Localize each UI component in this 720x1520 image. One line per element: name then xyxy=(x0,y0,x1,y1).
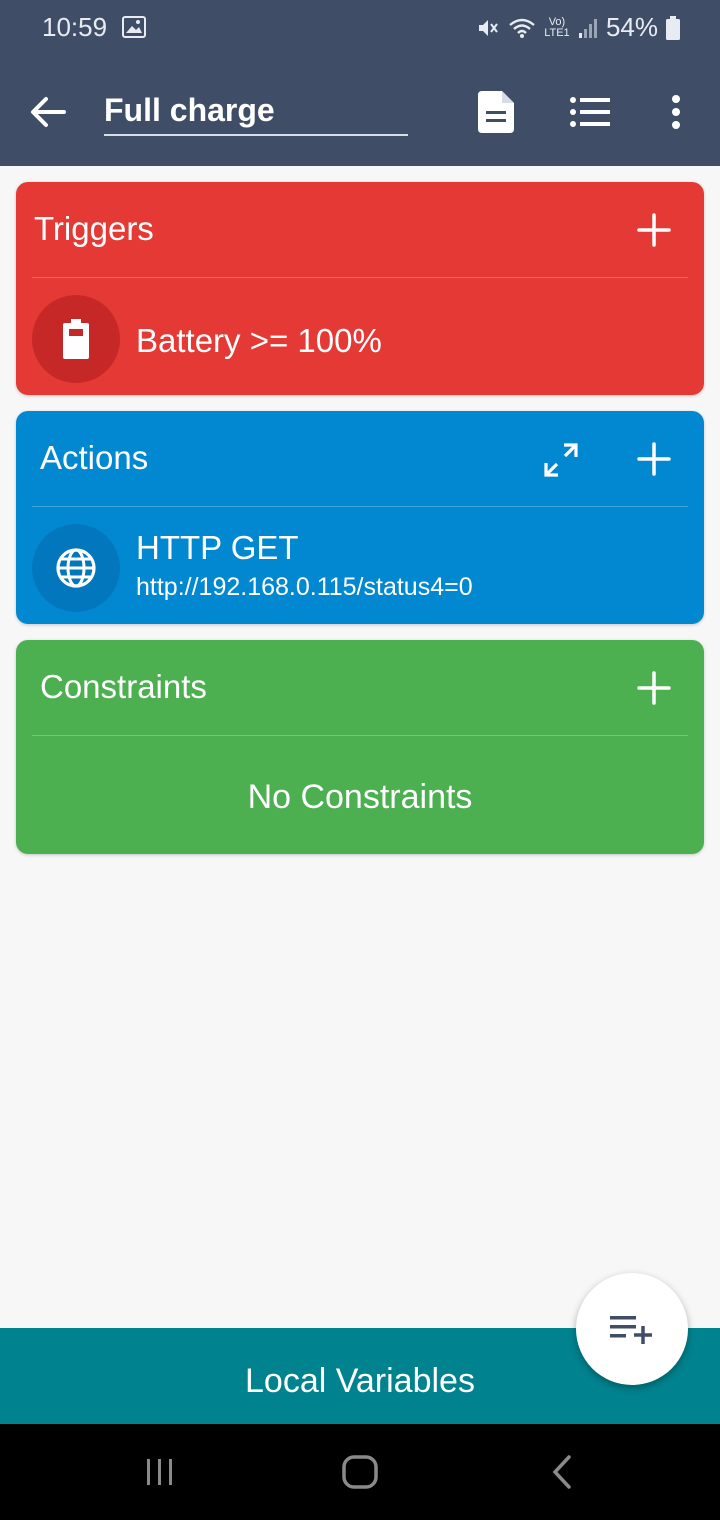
add-trigger-button[interactable] xyxy=(636,212,672,248)
macro-name: Full charge xyxy=(104,92,275,128)
divider xyxy=(32,506,688,507)
actions-card: Actions HTTP GET http://192.168.0.115/st… xyxy=(16,411,704,624)
more-vert-icon xyxy=(672,95,680,129)
home-button[interactable] xyxy=(330,1448,390,1496)
battery-percent: 54% xyxy=(605,12,658,42)
recents-button[interactable] xyxy=(130,1448,190,1496)
back-button[interactable] xyxy=(26,90,70,134)
constraints-title: Constraints xyxy=(40,668,207,705)
overflow-menu-button[interactable] xyxy=(652,88,700,136)
list-icon xyxy=(570,97,610,127)
recents-icon xyxy=(147,1459,172,1485)
divider xyxy=(32,735,688,736)
list-view-button[interactable] xyxy=(566,88,614,136)
home-icon xyxy=(342,1455,378,1489)
trigger-label[interactable]: Battery >= 100% xyxy=(136,322,382,360)
status-bar: 10:59 Vo) LTE1 54% xyxy=(0,0,720,56)
status-indicators: Vo) LTE1 54% xyxy=(476,12,680,43)
plus-icon xyxy=(637,442,671,476)
signal-icon xyxy=(578,18,597,38)
battery-icon xyxy=(63,319,89,359)
divider xyxy=(32,277,688,278)
expand-actions-button[interactable] xyxy=(542,441,580,479)
triggers-card: Triggers Battery >= 100% xyxy=(16,182,704,395)
description-button[interactable] xyxy=(472,88,520,136)
add-action-button[interactable] xyxy=(636,441,672,477)
plus-icon xyxy=(637,671,671,705)
document-icon xyxy=(478,91,514,133)
wifi-icon xyxy=(509,18,535,38)
action-label[interactable]: HTTP GET xyxy=(136,529,299,567)
triggers-title: Triggers xyxy=(34,210,154,247)
app-toolbar: Full charge xyxy=(0,56,720,166)
expand-icon xyxy=(544,443,578,477)
no-constraints-text: No Constraints xyxy=(247,778,473,816)
macro-name-field[interactable]: Full charge xyxy=(104,86,408,136)
chevron-left-icon xyxy=(552,1455,571,1489)
constraints-card: Constraints No Constraints xyxy=(16,640,704,854)
actions-title: Actions xyxy=(40,439,149,476)
network-label: Vo) LTE1 xyxy=(544,15,570,39)
status-time: 10:59 xyxy=(42,12,108,42)
trigger-icon-circle xyxy=(32,295,120,383)
gallery-icon xyxy=(122,16,146,38)
action-detail: http://192.168.0.115/status4=0 xyxy=(136,573,473,601)
add-to-list-fab[interactable] xyxy=(576,1273,688,1385)
add-constraint-button[interactable] xyxy=(636,670,672,706)
arrow-back-icon xyxy=(31,97,66,127)
back-nav-button[interactable] xyxy=(532,1448,592,1496)
playlist-add-icon xyxy=(610,1316,652,1344)
status-battery-icon xyxy=(666,15,680,40)
globe-icon xyxy=(56,548,96,588)
mute-icon xyxy=(478,19,498,36)
system-nav-bar xyxy=(0,1424,720,1520)
plus-icon xyxy=(637,213,671,247)
action-icon-circle xyxy=(32,524,120,612)
